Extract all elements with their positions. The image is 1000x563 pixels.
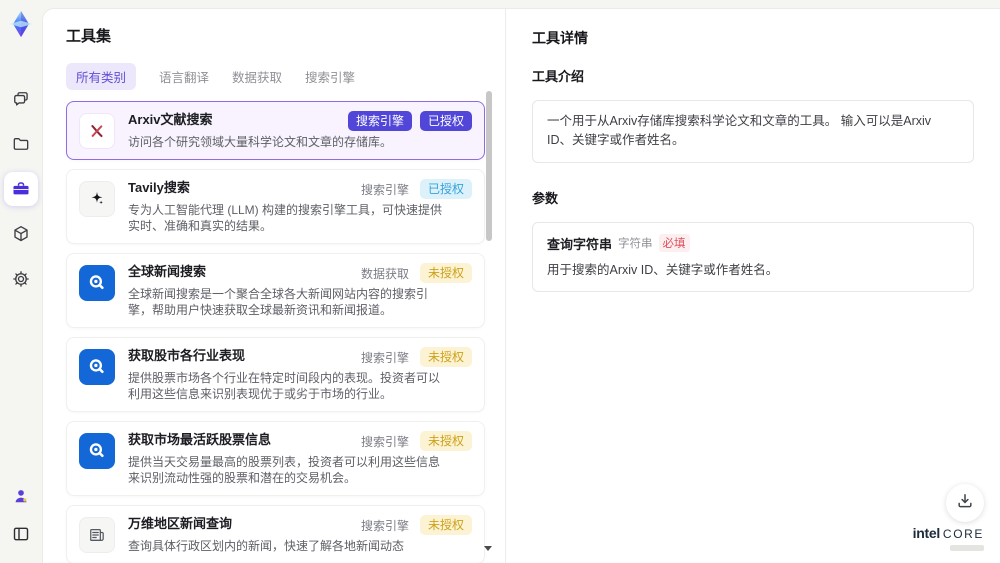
tool-name: Tavily搜索 xyxy=(128,180,190,195)
tab-data-fetching[interactable]: 数据获取 xyxy=(232,67,282,86)
auth-status-badge: 未授权 xyxy=(419,515,472,535)
intel-core-logo: intel CORE xyxy=(913,526,984,551)
main-panel: 工具集 所有类别 语言翻译 数据获取 搜索引擎 Arxiv文献搜索 搜索引擎 已… xyxy=(42,8,1000,563)
briefcase-icon xyxy=(11,179,31,199)
category-tabs: 所有类别 语言翻译 数据获取 搜索引擎 xyxy=(66,63,485,90)
user-avatar[interactable] xyxy=(4,479,38,513)
tab-all-categories[interactable]: 所有类别 xyxy=(66,63,137,90)
tool-description: 访问各个研究领域大量科学论文和文章的存储库。 xyxy=(128,135,393,149)
news-search-icon xyxy=(79,265,115,301)
category-label: 搜索引擎 xyxy=(360,350,409,365)
param-type: 字符串 xyxy=(618,238,653,251)
tool-name: 获取股市各行业表现 xyxy=(128,348,246,363)
param-box: 查询字符串 字符串 必填 用于搜索的Arxiv ID、关键字或作者姓名。 xyxy=(532,221,974,293)
tool-description: 全球新闻搜索是一个聚合全球各大新闻网站内容的搜索引擎，帮助用户快速获取全球最新资… xyxy=(128,287,429,317)
category-label: 数据获取 xyxy=(360,266,409,281)
sidebar-bottom xyxy=(0,479,42,551)
param-required-badge: 必填 xyxy=(658,234,690,253)
sidebar-item-settings[interactable] xyxy=(4,262,38,296)
detail-title: 工具详情 xyxy=(532,30,588,46)
sidebar-item-packages[interactable] xyxy=(4,217,38,251)
category-label: 搜索引擎 xyxy=(360,518,409,533)
param-name: 查询字符串 xyxy=(547,236,613,252)
tool-description: 提供当天交易量最高的股票列表，投资者可以利用这些信息来识别流动性强的股票和潜在的… xyxy=(128,455,441,485)
user-icon xyxy=(11,486,31,506)
sidebar xyxy=(0,0,42,563)
tool-card-global-news[interactable]: 全球新闻搜索 数据获取 未授权 全球新闻搜索是一个聚合全球各大新闻网站内容的搜索… xyxy=(66,253,485,328)
chat-icon xyxy=(11,89,31,109)
param-description: 用于搜索的Arxiv ID、关键字或作者姓名。 xyxy=(547,262,779,277)
auth-status-badge: 未授权 xyxy=(419,431,472,451)
app-logo-gem-icon[interactable] xyxy=(5,8,37,40)
collapse-sidebar-button[interactable] xyxy=(4,517,38,551)
stock-search-icon xyxy=(79,433,115,469)
tool-name: Arxiv文献搜索 xyxy=(128,112,213,127)
sidebar-item-files[interactable] xyxy=(4,127,38,161)
tool-card-tavily[interactable]: Tavily搜索 搜索引擎 已授权 专为人工智能代理 (LLM) 构建的搜索引擎… xyxy=(66,169,485,244)
folder-icon xyxy=(11,134,31,154)
tool-detail-panel: 工具详情 工具介绍 一个用于从Arxiv存储库搜索科学论文和文章的工具。 输入可… xyxy=(506,9,1000,563)
tool-description: 专为人工智能代理 (LLM) 构建的搜索引擎工具，可快速提供实时、准确和真实的结… xyxy=(128,203,443,233)
sidebar-nav xyxy=(4,82,38,296)
tools-list-panel: 工具集 所有类别 语言翻译 数据获取 搜索引擎 Arxiv文献搜索 搜索引擎 已… xyxy=(43,9,506,563)
page-title: 工具集 xyxy=(66,28,112,45)
category-badge: 搜索引擎 xyxy=(347,111,412,131)
tool-card-region-news[interactable]: 万维地区新闻查询 搜索引擎 未授权 查询具体行政区划内的新闻，快速了解各地新闻动… xyxy=(66,505,485,563)
brand-underline xyxy=(950,545,984,551)
category-label: 搜索引擎 xyxy=(360,182,409,197)
tool-card-arxiv[interactable]: Arxiv文献搜索 搜索引擎 已授权 访问各个研究领域大量科学论文和文章的存储库… xyxy=(66,101,485,160)
intro-box: 一个用于从Arxiv存储库搜索科学论文和文章的工具。 输入可以是Arxiv ID… xyxy=(532,100,974,163)
intro-heading: 工具介绍 xyxy=(532,69,585,84)
auth-status-badge: 已授权 xyxy=(419,179,472,199)
auth-status-badge: 未授权 xyxy=(419,263,472,283)
newspaper-icon xyxy=(79,517,115,553)
auth-status-badge: 已授权 xyxy=(419,111,472,131)
stock-search-icon xyxy=(79,349,115,385)
brand-core: CORE xyxy=(942,527,984,541)
params-heading: 参数 xyxy=(532,190,559,206)
scroll-down-icon[interactable] xyxy=(484,546,492,551)
tool-description: 提供股票市场各个行业在特定时间段内的表现。投资者可以利用这些信息来识别表现优于或… xyxy=(128,371,441,401)
download-button[interactable] xyxy=(946,484,984,522)
sidebar-item-tools[interactable] xyxy=(4,172,38,206)
tool-card-active-stocks[interactable]: 获取市场最活跃股票信息 搜索引擎 未授权 提供当天交易量最高的股票列表，投资者可… xyxy=(66,421,485,496)
auth-status-badge: 未授权 xyxy=(419,347,472,367)
tab-search-engine[interactable]: 搜索引擎 xyxy=(305,67,355,86)
tool-card-sector-performance[interactable]: 获取股市各行业表现 搜索引擎 未授权 提供股票市场各个行业在特定时间段内的表现。… xyxy=(66,337,485,412)
tool-name: 获取市场最活跃股票信息 xyxy=(128,432,272,447)
category-label: 搜索引擎 xyxy=(360,434,409,449)
tab-language-translation[interactable]: 语言翻译 xyxy=(159,67,209,86)
scrollbar-thumb[interactable] xyxy=(486,91,492,241)
tool-name: 全球新闻搜索 xyxy=(128,264,207,279)
tavily-star-icon xyxy=(79,181,115,217)
arxiv-logo-icon xyxy=(79,113,115,149)
brand-intel: intel xyxy=(912,525,941,541)
intro-text: 一个用于从Arxiv存储库搜索科学论文和文章的工具。 输入可以是Arxiv ID… xyxy=(547,114,932,148)
tool-description: 查询具体行政区划内的新闻，快速了解各地新闻动态 xyxy=(128,539,405,553)
tool-name: 万维地区新闻查询 xyxy=(128,516,233,531)
gear-icon xyxy=(11,269,31,289)
tool-list: Arxiv文献搜索 搜索引擎 已授权 访问各个研究领域大量科学论文和文章的存储库… xyxy=(66,101,485,563)
cube-icon xyxy=(11,224,31,244)
collapse-panel-icon xyxy=(11,524,31,544)
download-icon xyxy=(955,491,975,516)
sidebar-item-chat[interactable] xyxy=(4,82,38,116)
